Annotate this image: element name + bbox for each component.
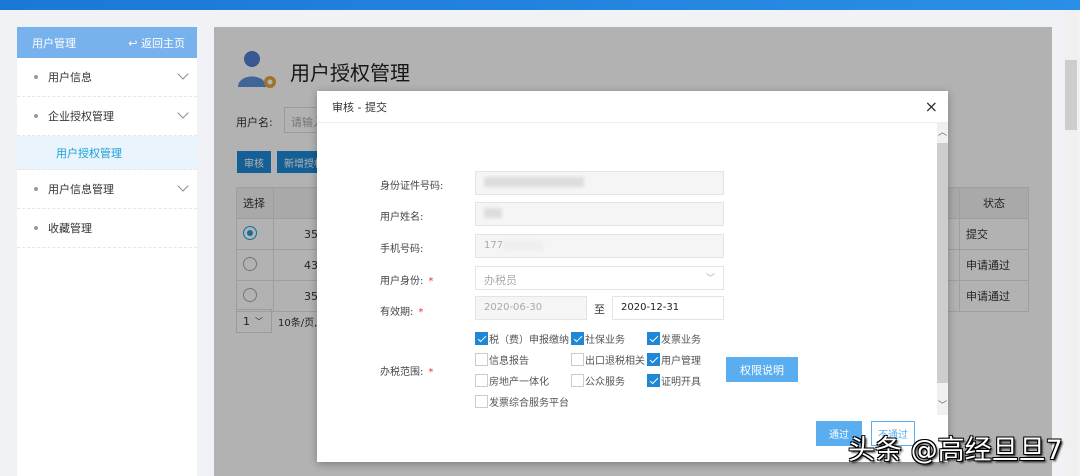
sidebar-item-label: 用户信息: [48, 71, 92, 84]
top-header-bar: [0, 0, 1080, 10]
scope-label-text: 办税范围:: [380, 367, 424, 378]
role-value: 办税员: [484, 274, 517, 287]
date-separator: 至: [594, 303, 605, 316]
sidebar-item-label: 用户信息管理: [48, 183, 114, 196]
name-label: 用户姓名:: [380, 212, 424, 223]
date-from-field[interactable]: 2020-06-30: [475, 296, 587, 320]
bullet-icon: [34, 75, 38, 79]
scope-label: 公众服务: [585, 377, 625, 388]
page-scrollbar[interactable]: [1064, 10, 1078, 476]
scope-checkbox[interactable]: 证明开具: [647, 373, 701, 388]
scope-checkbox[interactable]: 出口退税相关: [571, 352, 645, 367]
checkbox-icon[interactable]: [571, 332, 584, 345]
audit-dialog: 审核 - 提交 × ︿ ﹀ 身份证件号码: 用户姓名: 手机号码: 177 用户…: [317, 91, 948, 462]
sidebar-item-user-info[interactable]: 用户信息: [17, 58, 197, 97]
scope-label: 房地产一体化: [489, 377, 549, 388]
sidebar: 用户管理 ↩ 返回主页 用户信息 企业授权管理 用户授权管理 用户信息管理 收藏…: [17, 27, 197, 476]
name-field[interactable]: [475, 202, 724, 226]
sidebar-item-favorites[interactable]: 收藏管理: [17, 209, 197, 248]
sidebar-item-enterprise-auth[interactable]: 企业授权管理: [17, 97, 197, 136]
permission-info-button[interactable]: 权限说明: [726, 357, 798, 382]
phone-value: 177: [484, 240, 504, 251]
valid-label: 有效期: *: [380, 303, 423, 318]
sidebar-item-user-info-mgmt[interactable]: 用户信息管理: [17, 170, 197, 209]
close-icon[interactable]: ×: [925, 97, 938, 116]
scope-label: 发票综合服务平台: [489, 398, 569, 409]
scope-label: 社保业务: [585, 335, 625, 346]
phone-field[interactable]: 177: [475, 234, 724, 258]
checkbox-icon[interactable]: [571, 374, 584, 387]
scroll-down-icon[interactable]: ﹀: [938, 398, 947, 411]
id-number-field[interactable]: [475, 171, 724, 195]
id-label: 身份证件号码:: [380, 181, 444, 192]
scope-checkbox[interactable]: 公众服务: [571, 373, 625, 388]
role-select[interactable]: 办税员 ﹀: [475, 266, 724, 290]
checkbox-icon[interactable]: [475, 353, 488, 366]
required-mark: *: [418, 307, 424, 318]
redacted-value: [503, 240, 544, 250]
checkbox-icon[interactable]: [475, 332, 488, 345]
scope-checkbox[interactable]: 税（费）申报缴纳: [475, 331, 569, 346]
required-mark: *: [428, 276, 434, 287]
scope-checkbox[interactable]: 发票综合服务平台: [475, 394, 569, 409]
scope-label: 出口退税相关: [585, 356, 645, 367]
dialog-scrollbar[interactable]: ︿ ﹀: [937, 123, 948, 415]
required-mark: *: [428, 367, 434, 378]
redacted-value: [484, 177, 584, 187]
role-label: 用户身份: *: [380, 272, 433, 287]
scope-checkbox[interactable]: 社保业务: [571, 331, 625, 346]
bullet-icon: [34, 187, 38, 191]
checkbox-icon[interactable]: [647, 332, 660, 345]
scope-label: 证明开具: [661, 377, 701, 388]
date-to-field[interactable]: 2020-12-31: [612, 296, 724, 320]
scope-checkbox[interactable]: 房地产一体化: [475, 373, 549, 388]
scope-label: 办税范围: *: [380, 363, 433, 378]
scope-label: 用户管理: [661, 356, 701, 367]
scope-label: 税（费）申报缴纳: [489, 335, 569, 346]
scroll-up-icon[interactable]: ︿: [938, 125, 947, 138]
dialog-title: 审核 - 提交: [317, 91, 948, 123]
bullet-icon: [34, 114, 38, 118]
sidebar-header: 用户管理 ↩ 返回主页: [17, 27, 197, 58]
phone-label: 手机号码:: [380, 244, 424, 255]
bullet-icon: [34, 226, 38, 230]
scope-checkbox[interactable]: 用户管理: [647, 352, 701, 367]
checkbox-icon[interactable]: [647, 374, 660, 387]
sidebar-item-label: 企业授权管理: [48, 110, 114, 123]
chevron-down-icon: ﹀: [705, 274, 715, 284]
role-label-text: 用户身份:: [380, 276, 424, 287]
scrollbar-thumb[interactable]: [937, 143, 948, 383]
sidebar-title: 用户管理: [32, 36, 76, 50]
scope-checkbox[interactable]: 发票业务: [647, 331, 701, 346]
checkbox-icon[interactable]: [475, 374, 488, 387]
scrollbar-thumb[interactable]: [1065, 60, 1077, 130]
redacted-value: [484, 208, 502, 218]
scope-label: 发票业务: [661, 335, 701, 346]
scope-checkbox[interactable]: 信息报告: [475, 352, 529, 367]
sidebar-item-user-auth[interactable]: 用户授权管理: [17, 136, 197, 170]
checkbox-icon[interactable]: [647, 353, 660, 366]
reply-icon: ↩: [128, 36, 141, 50]
chevron-down-icon: [177, 68, 189, 80]
chevron-down-icon: [177, 180, 189, 192]
sidebar-item-label: 收藏管理: [48, 222, 92, 235]
valid-label-text: 有效期:: [380, 307, 414, 318]
checkbox-icon[interactable]: [571, 353, 584, 366]
back-home-link[interactable]: ↩ 返回主页: [128, 35, 185, 51]
scope-label: 信息报告: [489, 356, 529, 367]
chevron-down-icon: [177, 107, 189, 119]
watermark: 头条 @高经旦旦7: [848, 435, 1063, 466]
checkbox-icon[interactable]: [475, 395, 488, 408]
